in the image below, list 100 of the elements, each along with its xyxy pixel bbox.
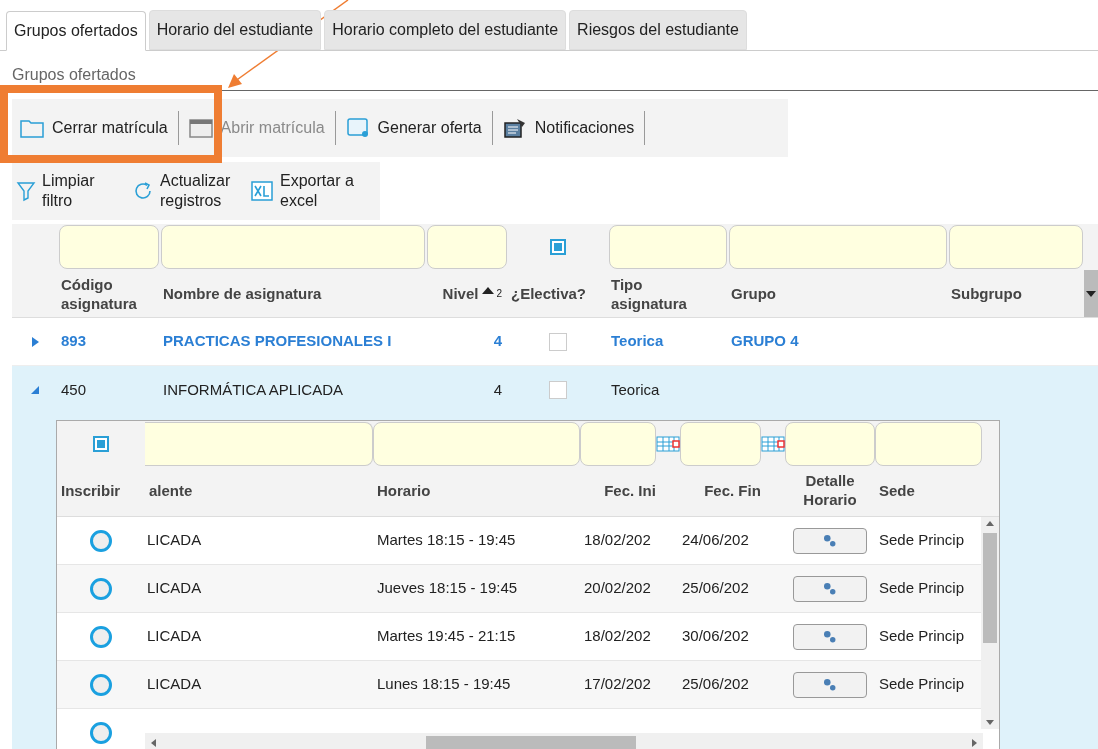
filter-field[interactable]	[580, 422, 656, 466]
table-cell: 18/02/202	[584, 531, 651, 549]
enroll-radio[interactable]	[90, 721, 112, 744]
filter-field[interactable]	[680, 422, 761, 466]
caret-icon	[1086, 290, 1096, 297]
table-cell: 893	[61, 332, 87, 350]
toolbar-button[interactable]: Notificaciones	[494, 108, 643, 148]
table-cell: Sede Princip	[879, 627, 965, 645]
table-cell: LICADA	[147, 675, 202, 693]
section-title: Grupos ofertados	[0, 51, 1098, 91]
tab[interactable]: Horario completo del estudiante	[324, 10, 567, 50]
calendar-icon[interactable]	[761, 435, 785, 453]
collapse-icon[interactable]	[31, 386, 39, 394]
column-header[interactable]: ¿Electiva?	[511, 284, 587, 303]
sort-ascending-icon	[482, 285, 495, 294]
filter-field[interactable]	[729, 225, 947, 269]
tab[interactable]: Horario del estudiante	[148, 10, 322, 50]
column-header[interactable]: Subgrupo	[951, 284, 1022, 303]
scroll-down-icon[interactable]	[986, 720, 994, 725]
table-cell: 4	[493, 380, 502, 398]
table-cell: 25/06/202	[682, 675, 749, 693]
action-button[interactable]: Actualizar registros	[132, 171, 240, 211]
table-cell: Sede Princip	[879, 675, 965, 693]
expand-icon[interactable]	[31, 336, 39, 347]
table-cell: LICADA	[147, 579, 202, 597]
grid-row[interactable]: 450 INFORMÁTICA APLICADA 4 Teorica	[12, 366, 1098, 414]
electiva-checkbox[interactable]	[549, 381, 567, 399]
notice-board-icon	[502, 117, 527, 139]
gears-icon	[824, 582, 836, 595]
vertical-scrollbar[interactable]	[981, 517, 999, 729]
scroll-up-icon[interactable]	[986, 521, 994, 526]
column-header[interactable]: Tipo asignatura	[611, 274, 707, 313]
table-cell: 4	[493, 332, 502, 350]
filter-field[interactable]	[161, 225, 425, 269]
filter-field[interactable]	[785, 422, 875, 466]
table-cell: 25/06/202	[682, 579, 749, 597]
drive-icon	[345, 117, 370, 139]
action-button[interactable]: Exportar a excel	[250, 171, 360, 211]
table-cell: Sede Princip	[879, 531, 965, 549]
refresh-icon	[132, 180, 154, 202]
table-cell: Lunes 18:15 - 19:45	[377, 675, 511, 693]
scroll-thumb[interactable]	[426, 736, 636, 749]
tab[interactable]: Grupos ofertados	[6, 11, 146, 51]
folder-icon	[20, 118, 44, 138]
column-header[interactable]: Fec. Ini	[604, 481, 656, 501]
gears-icon	[824, 630, 836, 643]
column-header[interactable]: Detalle Horario	[795, 471, 865, 510]
filter-checkbox[interactable]	[93, 436, 109, 452]
table-cell: 18/02/202	[584, 627, 651, 645]
column-menu-strip[interactable]	[1084, 270, 1098, 317]
filter-checkbox[interactable]	[550, 239, 566, 255]
filter-field[interactable]	[373, 422, 580, 466]
table-cell: Jueves 18:15 - 19:45	[377, 579, 518, 597]
filter-field[interactable]	[609, 225, 727, 269]
table-cell: GRUPO 4	[731, 332, 799, 350]
enroll-radio[interactable]	[90, 529, 112, 552]
table-cell: Martes 18:15 - 19:45	[377, 531, 516, 549]
filter-field[interactable]	[59, 225, 159, 269]
table-cell: 30/06/202	[682, 627, 749, 645]
schedule-detail-button[interactable]	[793, 575, 867, 602]
enroll-radio[interactable]	[90, 625, 112, 648]
filter-field[interactable]	[427, 225, 507, 269]
table-cell: LICADA	[147, 531, 202, 549]
filter-icon	[16, 180, 36, 202]
column-header[interactable]: Horario	[377, 481, 431, 501]
scroll-right-icon[interactable]	[972, 739, 977, 747]
column-header[interactable]: Código asignatura	[61, 274, 157, 313]
electiva-checkbox[interactable]	[549, 332, 567, 351]
column-header[interactable]: Grupo	[731, 284, 776, 303]
table-cell: 20/02/202	[584, 579, 651, 597]
column-header[interactable]: Nombre de asignatura	[163, 284, 322, 303]
tab[interactable]: Riesgos del estudiante	[569, 10, 747, 50]
column-header[interactable]: Inscribir	[61, 481, 121, 501]
gears-icon	[824, 534, 836, 547]
excel-icon	[250, 180, 274, 202]
toolbar-button[interactable]: Generar oferta	[337, 108, 490, 148]
action-button[interactable]: Limpiar filtro	[16, 171, 122, 211]
enroll-radio[interactable]	[90, 673, 112, 696]
schedule-detail-button[interactable]	[793, 623, 867, 650]
filter-field[interactable]	[875, 422, 982, 466]
filter-field[interactable]	[949, 225, 1083, 269]
schedule-detail-button[interactable]	[793, 527, 867, 554]
column-header[interactable]: Sede	[879, 481, 915, 501]
table-cell: INFORMÁTICA APLICADA	[163, 380, 344, 398]
enroll-radio[interactable]	[90, 577, 112, 600]
scroll-left-icon[interactable]	[151, 739, 156, 747]
window-icon	[188, 118, 213, 138]
scroll-thumb[interactable]	[983, 533, 997, 643]
column-header[interactable]: Fec. Fin	[704, 481, 761, 501]
table-cell: LICADA	[147, 627, 202, 645]
sort-order: 2	[496, 287, 502, 301]
toolbar-button[interactable]: Cerrar matrícula	[12, 108, 176, 148]
table-cell: 24/06/202	[682, 531, 749, 549]
column-header[interactable]: alente	[149, 481, 193, 501]
column-header[interactable]: Nivel	[442, 284, 479, 303]
table-cell: Teorica	[611, 332, 664, 350]
schedule-detail-button[interactable]	[793, 671, 867, 698]
filter-field[interactable]	[145, 422, 373, 466]
horizontal-scrollbar[interactable]	[145, 733, 983, 749]
calendar-icon[interactable]	[656, 435, 680, 453]
